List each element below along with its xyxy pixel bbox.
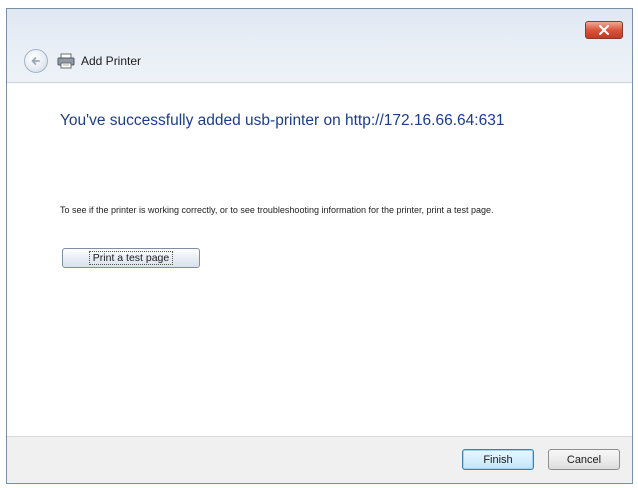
window-title: Add Printer [81, 54, 142, 68]
close-button[interactable] [585, 21, 623, 39]
back-button[interactable] [24, 49, 48, 73]
print-test-page-button[interactable]: Print a test page [62, 248, 200, 268]
printer-icon [57, 53, 75, 69]
add-printer-window: Add Printer You've successfully added us… [6, 8, 633, 484]
close-icon [599, 25, 609, 35]
wizard-footer: Finish Cancel [7, 436, 632, 483]
test-page-info-text: To see if the printer is working correct… [60, 205, 494, 215]
print-test-page-label: Print a test page [88, 251, 174, 265]
back-arrow-icon [31, 57, 40, 65]
finish-button[interactable]: Finish [462, 449, 534, 470]
title-bar: Add Printer [7, 9, 632, 83]
success-heading: You've successfully added usb-printer on… [60, 112, 505, 129]
wizard-content: You've successfully added usb-printer on… [7, 83, 632, 437]
cancel-button[interactable]: Cancel [548, 449, 620, 470]
